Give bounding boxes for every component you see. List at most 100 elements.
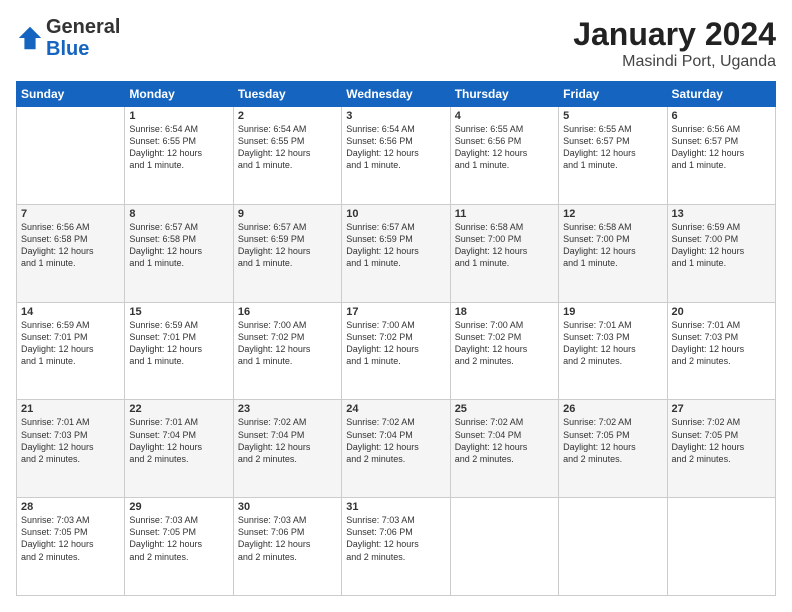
day-number: 17: [346, 306, 445, 318]
day-info: Sunrise: 6:55 AM Sunset: 6:56 PM Dayligh…: [455, 123, 554, 172]
day-number: 10: [346, 208, 445, 220]
table-row: 8Sunrise: 6:57 AM Sunset: 6:58 PM Daylig…: [125, 204, 233, 302]
header: General Blue January 2024 Masindi Port, …: [16, 16, 776, 71]
day-info: Sunrise: 6:59 AM Sunset: 7:00 PM Dayligh…: [672, 221, 771, 270]
day-info: Sunrise: 7:01 AM Sunset: 7:04 PM Dayligh…: [129, 416, 228, 465]
day-number: 15: [129, 306, 228, 318]
day-number: 27: [672, 403, 771, 415]
table-row: 26Sunrise: 7:02 AM Sunset: 7:05 PM Dayli…: [559, 400, 667, 498]
day-info: Sunrise: 7:00 AM Sunset: 7:02 PM Dayligh…: [455, 319, 554, 368]
table-row: 15Sunrise: 6:59 AM Sunset: 7:01 PM Dayli…: [125, 302, 233, 400]
table-row: 23Sunrise: 7:02 AM Sunset: 7:04 PM Dayli…: [233, 400, 341, 498]
day-number: 8: [129, 208, 228, 220]
table-row: 7Sunrise: 6:56 AM Sunset: 6:58 PM Daylig…: [17, 204, 125, 302]
table-row: [450, 498, 558, 596]
table-row: 28Sunrise: 7:03 AM Sunset: 7:05 PM Dayli…: [17, 498, 125, 596]
day-number: 23: [238, 403, 337, 415]
day-number: 28: [21, 501, 120, 513]
day-info: Sunrise: 7:01 AM Sunset: 7:03 PM Dayligh…: [672, 319, 771, 368]
logo-blue: Blue: [46, 38, 89, 60]
table-row: 29Sunrise: 7:03 AM Sunset: 7:05 PM Dayli…: [125, 498, 233, 596]
calendar-header-row: Sunday Monday Tuesday Wednesday Thursday…: [17, 82, 776, 107]
day-info: Sunrise: 7:00 AM Sunset: 7:02 PM Dayligh…: [346, 319, 445, 368]
col-sunday: Sunday: [17, 82, 125, 107]
table-row: 11Sunrise: 6:58 AM Sunset: 7:00 PM Dayli…: [450, 204, 558, 302]
day-number: 31: [346, 501, 445, 513]
table-row: 4Sunrise: 6:55 AM Sunset: 6:56 PM Daylig…: [450, 107, 558, 205]
day-info: Sunrise: 7:02 AM Sunset: 7:05 PM Dayligh…: [563, 416, 662, 465]
calendar-title: January 2024: [573, 16, 776, 53]
day-number: 24: [346, 403, 445, 415]
table-row: 14Sunrise: 6:59 AM Sunset: 7:01 PM Dayli…: [17, 302, 125, 400]
title-block: January 2024 Masindi Port, Uganda: [573, 16, 776, 71]
logo: General Blue: [16, 16, 120, 60]
day-info: Sunrise: 6:59 AM Sunset: 7:01 PM Dayligh…: [129, 319, 228, 368]
table-row: 25Sunrise: 7:02 AM Sunset: 7:04 PM Dayli…: [450, 400, 558, 498]
col-monday: Monday: [125, 82, 233, 107]
table-row: 18Sunrise: 7:00 AM Sunset: 7:02 PM Dayli…: [450, 302, 558, 400]
day-info: Sunrise: 7:01 AM Sunset: 7:03 PM Dayligh…: [563, 319, 662, 368]
day-number: 26: [563, 403, 662, 415]
page: General Blue January 2024 Masindi Port, …: [0, 0, 792, 612]
day-info: Sunrise: 6:57 AM Sunset: 6:59 PM Dayligh…: [346, 221, 445, 270]
table-row: [17, 107, 125, 205]
day-number: 29: [129, 501, 228, 513]
day-number: 19: [563, 306, 662, 318]
day-info: Sunrise: 7:00 AM Sunset: 7:02 PM Dayligh…: [238, 319, 337, 368]
table-row: 16Sunrise: 7:00 AM Sunset: 7:02 PM Dayli…: [233, 302, 341, 400]
day-info: Sunrise: 6:54 AM Sunset: 6:55 PM Dayligh…: [238, 123, 337, 172]
day-info: Sunrise: 7:03 AM Sunset: 7:06 PM Dayligh…: [238, 514, 337, 563]
day-number: 21: [21, 403, 120, 415]
calendar-week-row: 7Sunrise: 6:56 AM Sunset: 6:58 PM Daylig…: [17, 204, 776, 302]
day-number: 2: [238, 110, 337, 122]
day-number: 3: [346, 110, 445, 122]
day-number: 9: [238, 208, 337, 220]
table-row: 20Sunrise: 7:01 AM Sunset: 7:03 PM Dayli…: [667, 302, 775, 400]
calendar-week-row: 1 Sunrise: 6:54 AM Sunset: 6:55 PM Daylig…: [17, 107, 776, 205]
day-number: 30: [238, 501, 337, 513]
day-info: Sunrise: 6:59 AM Sunset: 7:01 PM Dayligh…: [21, 319, 120, 368]
day-info: Sunrise: 7:02 AM Sunset: 7:04 PM Dayligh…: [346, 416, 445, 465]
table-row: 2Sunrise: 6:54 AM Sunset: 6:55 PM Daylig…: [233, 107, 341, 205]
day-number: 16: [238, 306, 337, 318]
day-info: Sunrise: 7:03 AM Sunset: 7:05 PM Dayligh…: [21, 514, 120, 563]
day-info: Sunrise: 6:56 AM Sunset: 6:57 PM Dayligh…: [672, 123, 771, 172]
table-row: 22Sunrise: 7:01 AM Sunset: 7:04 PM Dayli…: [125, 400, 233, 498]
day-info: Sunrise: 7:03 AM Sunset: 7:05 PM Dayligh…: [129, 514, 228, 563]
calendar-table: Sunday Monday Tuesday Wednesday Thursday…: [16, 81, 776, 596]
col-wednesday: Wednesday: [342, 82, 450, 107]
day-info: Sunrise: 6:57 AM Sunset: 6:58 PM Dayligh…: [129, 221, 228, 270]
table-row: 5Sunrise: 6:55 AM Sunset: 6:57 PM Daylig…: [559, 107, 667, 205]
col-thursday: Thursday: [450, 82, 558, 107]
day-number: 11: [455, 208, 554, 220]
col-saturday: Saturday: [667, 82, 775, 107]
calendar-subtitle: Masindi Port, Uganda: [573, 53, 776, 71]
calendar-week-row: 28Sunrise: 7:03 AM Sunset: 7:05 PM Dayli…: [17, 498, 776, 596]
day-info: Sunrise: 6:57 AM Sunset: 6:59 PM Dayligh…: [238, 221, 337, 270]
day-info: Sunrise: 7:02 AM Sunset: 7:05 PM Dayligh…: [672, 416, 771, 465]
day-number: 25: [455, 403, 554, 415]
table-row: 19Sunrise: 7:01 AM Sunset: 7:03 PM Dayli…: [559, 302, 667, 400]
table-row: 3Sunrise: 6:54 AM Sunset: 6:56 PM Daylig…: [342, 107, 450, 205]
table-row: 6Sunrise: 6:56 AM Sunset: 6:57 PM Daylig…: [667, 107, 775, 205]
table-row: 12Sunrise: 6:58 AM Sunset: 7:00 PM Dayli…: [559, 204, 667, 302]
logo-icon: [16, 24, 44, 52]
day-number: 4: [455, 110, 554, 122]
day-number: 22: [129, 403, 228, 415]
table-row: 30Sunrise: 7:03 AM Sunset: 7:06 PM Dayli…: [233, 498, 341, 596]
day-info: Sunrise: 6:55 AM Sunset: 6:57 PM Dayligh…: [563, 123, 662, 172]
table-row: [559, 498, 667, 596]
logo-general: General: [46, 16, 120, 38]
calendar-week-row: 21Sunrise: 7:01 AM Sunset: 7:03 PM Dayli…: [17, 400, 776, 498]
day-info: Sunrise: 6:58 AM Sunset: 7:00 PM Dayligh…: [563, 221, 662, 270]
day-info: Sunrise: 6:58 AM Sunset: 7:00 PM Dayligh…: [455, 221, 554, 270]
day-info: Sunrise: 7:02 AM Sunset: 7:04 PM Dayligh…: [238, 416, 337, 465]
table-row: 21Sunrise: 7:01 AM Sunset: 7:03 PM Dayli…: [17, 400, 125, 498]
day-number: 12: [563, 208, 662, 220]
table-row: 17Sunrise: 7:00 AM Sunset: 7:02 PM Dayli…: [342, 302, 450, 400]
day-number: 1: [129, 110, 228, 122]
calendar-week-row: 14Sunrise: 6:59 AM Sunset: 7:01 PM Dayli…: [17, 302, 776, 400]
day-number: 5: [563, 110, 662, 122]
table-row: 24Sunrise: 7:02 AM Sunset: 7:04 PM Dayli…: [342, 400, 450, 498]
day-number: 20: [672, 306, 771, 318]
